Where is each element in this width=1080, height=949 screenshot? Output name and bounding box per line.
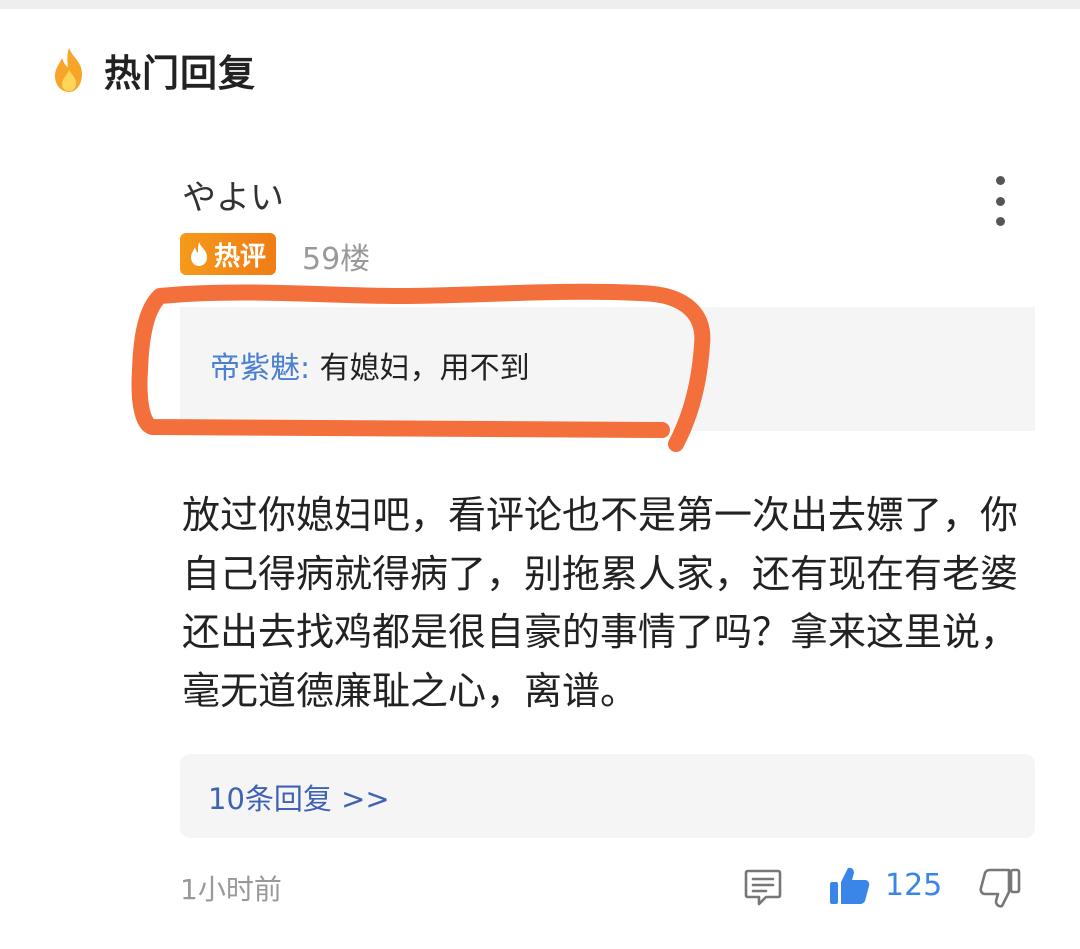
view-replies-button[interactable]: 10条回复 >> <box>180 754 1035 838</box>
hot-comment-badge: 热评 <box>180 233 277 275</box>
reply-icon[interactable] <box>742 866 784 908</box>
section-header: 热门回复 <box>48 42 256 98</box>
comment-username[interactable]: やよい <box>182 170 284 219</box>
thumbs-down-icon[interactable] <box>978 866 1022 910</box>
like-count: 125 <box>885 868 943 903</box>
fire-icon <box>55 48 82 92</box>
quote-content: 有媳妇，用不到 <box>310 351 530 386</box>
quote-author[interactable]: 帝紫魅: <box>210 351 310 386</box>
more-options-icon[interactable] <box>984 176 1016 226</box>
replies-link[interactable]: 10条回复 >> <box>208 776 390 818</box>
quoted-comment[interactable]: 帝紫魅: 有媳妇，用不到 <box>180 307 1035 431</box>
badge-label: 热评 <box>214 241 267 272</box>
floor-number: 59楼 <box>302 242 371 277</box>
badge-fire-icon <box>191 242 207 266</box>
timestamp: 1小时前 <box>180 873 282 906</box>
comment-body: 放过你媳妇吧，看评论也不是第一次出去嫖了，你自己得病就得病了，别拖累人家，还有现… <box>182 493 1019 713</box>
thumbs-up-icon[interactable] <box>828 864 872 908</box>
section-title: 热门回复 <box>104 52 256 95</box>
top-divider <box>0 0 1080 9</box>
quote-text-line: 帝紫魅: 有媳妇，用不到 <box>210 343 530 387</box>
